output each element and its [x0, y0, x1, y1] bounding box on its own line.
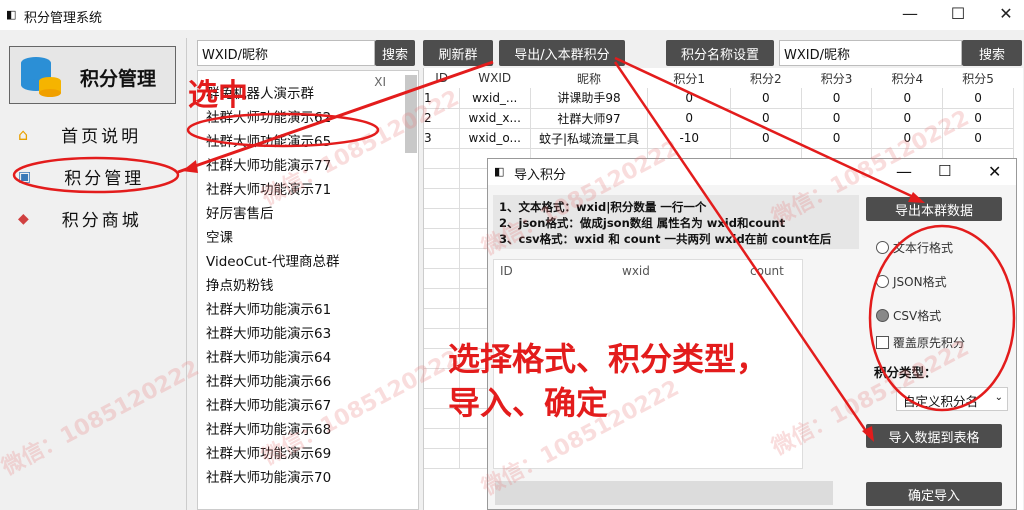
- annotation-instruction-1: 选择格式、积分类型，: [448, 340, 769, 378]
- highlight-circle: [186, 112, 380, 148]
- arrow-head: [182, 160, 198, 173]
- annotation-instruction-2: 导入、确定: [448, 384, 609, 422]
- arrow-head: [908, 192, 925, 203]
- highlight-circle: [12, 156, 180, 194]
- annotation-select: 选中: [188, 78, 248, 113]
- highlight-circle: [868, 224, 1016, 412]
- annotation-overlay: [12, 56, 1016, 442]
